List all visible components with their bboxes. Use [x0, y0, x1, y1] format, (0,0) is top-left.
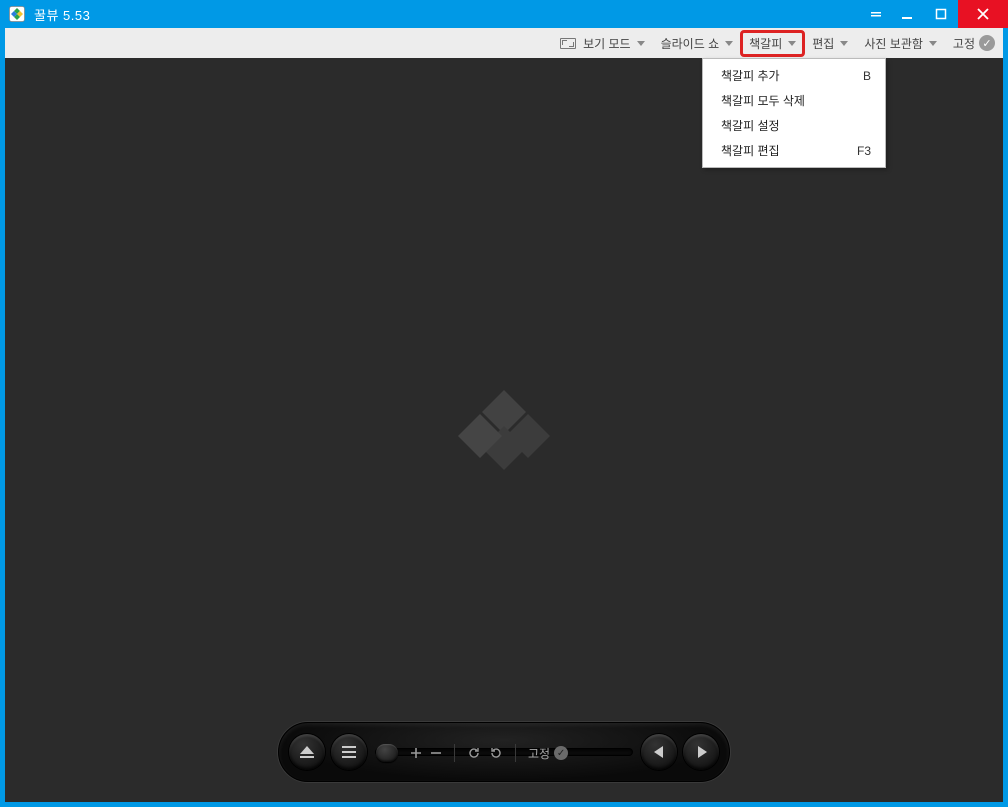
edit-menu[interactable]: 편집 — [805, 32, 855, 55]
photo-storage-label: 사진 보관함 — [864, 35, 923, 52]
app-icon — [8, 5, 26, 23]
pin-toggle-bottom[interactable]: 고정 ✓ — [528, 745, 568, 762]
rotate-right-button[interactable] — [489, 746, 503, 760]
menu-item-label: 책갈피 추가 — [721, 67, 780, 84]
toolbar: 보기 모드 슬라이드 쇼 책갈피 편집 사진 보관함 고정 ✓ — [5, 28, 1003, 58]
window-compact-button[interactable] — [862, 0, 890, 28]
separator — [454, 744, 455, 762]
app-logo-watermark — [454, 380, 554, 480]
bookmark-label: 책갈피 — [749, 35, 782, 52]
pin-toggle[interactable]: 고정 ✓ — [946, 32, 997, 55]
eject-icon — [300, 746, 314, 758]
close-button[interactable] — [958, 0, 1008, 28]
menu-item-label: 책갈피 편집 — [721, 142, 780, 159]
menu-item-label: 책갈피 설정 — [721, 117, 780, 134]
chevron-down-icon — [637, 41, 645, 46]
next-icon — [698, 746, 707, 758]
separator — [515, 744, 516, 762]
rotate-left-button[interactable] — [467, 746, 481, 760]
next-button[interactable] — [683, 734, 719, 770]
minimize-button[interactable] — [890, 0, 924, 28]
maximize-button[interactable] — [924, 0, 958, 28]
bookmark-dropdown: 책갈피 추가 B 책갈피 모두 삭제 책갈피 설정 책갈피 편집 F3 — [702, 58, 886, 168]
menu-button[interactable] — [331, 734, 367, 770]
pin-label: 고정 — [953, 35, 975, 52]
chevron-down-icon — [929, 41, 937, 46]
edit-label: 편집 — [812, 35, 834, 52]
bookmark-menu[interactable]: 책갈피 — [742, 32, 803, 55]
zoom-in-button[interactable] — [410, 747, 422, 759]
slideshow-label: 슬라이드 쇼 — [661, 35, 720, 52]
titlebar[interactable]: 꿀뷰 5.53 — [0, 0, 1008, 28]
previous-button[interactable] — [641, 734, 677, 770]
bookmark-delete-all-item[interactable]: 책갈피 모두 삭제 — [703, 88, 885, 113]
bottom-control-bar: 고정 ✓ — [278, 722, 730, 782]
view-mode-label: 보기 모드 — [583, 35, 631, 52]
slideshow-menu[interactable]: 슬라이드 쇼 — [654, 32, 741, 55]
app-title: 꿀뷰 5.53 — [34, 5, 90, 24]
seek-track[interactable]: 고정 ✓ — [375, 748, 633, 756]
fullscreen-icon — [560, 38, 576, 49]
menu-item-shortcut: B — [863, 69, 871, 83]
bookmark-edit-item[interactable]: 책갈피 편집 F3 — [703, 138, 885, 163]
bookmark-settings-item[interactable]: 책갈피 설정 — [703, 113, 885, 138]
chevron-down-icon — [840, 41, 848, 46]
window-controls — [862, 0, 1008, 28]
viewer-area[interactable]: 고정 ✓ — [5, 58, 1003, 802]
zoom-out-button[interactable] — [430, 747, 442, 759]
photo-storage-menu[interactable]: 사진 보관함 — [857, 32, 944, 55]
window-frame: 꿀뷰 5.53 보기 모드 슬라이드 쇼 — [0, 0, 1008, 807]
previous-icon — [654, 746, 663, 758]
menu-icon — [342, 746, 356, 758]
check-circle-icon: ✓ — [979, 35, 995, 51]
menu-item-label: 책갈피 모두 삭제 — [721, 92, 805, 109]
chevron-down-icon — [788, 41, 796, 46]
check-circle-icon: ✓ — [554, 746, 568, 760]
chevron-down-icon — [725, 41, 733, 46]
menu-item-shortcut: F3 — [857, 144, 871, 158]
bookmark-add-item[interactable]: 책갈피 추가 B — [703, 63, 885, 88]
view-mode-menu[interactable]: 보기 모드 — [553, 32, 652, 55]
eject-button[interactable] — [289, 734, 325, 770]
seek-knob[interactable] — [376, 744, 398, 762]
